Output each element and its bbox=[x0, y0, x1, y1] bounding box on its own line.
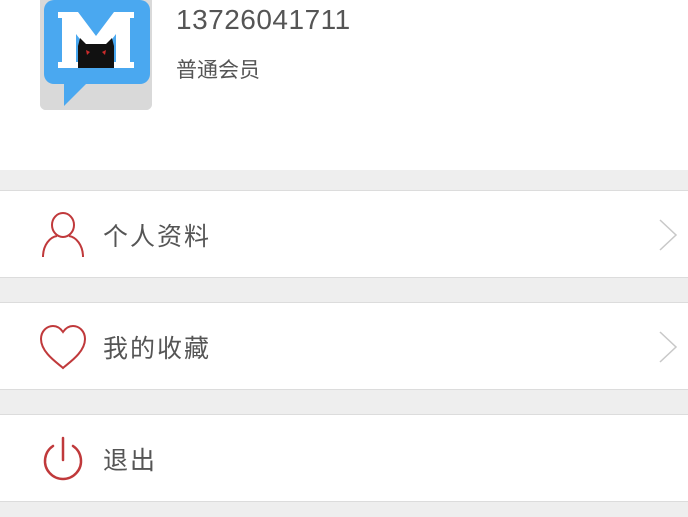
membership-level: 普通会员 bbox=[176, 58, 260, 82]
m-logo-chat-bubble-icon bbox=[40, 0, 152, 110]
person-outline-icon bbox=[42, 212, 84, 258]
menu-item-label: 我的收藏 bbox=[103, 334, 212, 363]
menu-item-favorites[interactable]: 我的收藏 bbox=[0, 302, 688, 390]
menu-item-label: 退出 bbox=[103, 446, 158, 475]
menu-item-logout[interactable]: 退出 bbox=[0, 414, 688, 502]
menu-item-profile[interactable]: 个人资料 bbox=[0, 190, 688, 278]
chevron-right-icon bbox=[659, 331, 678, 363]
menu-item-label: 个人资料 bbox=[103, 222, 212, 251]
heart-outline-icon bbox=[39, 324, 87, 370]
profile-header: 13726041711 普通会员 bbox=[0, 0, 688, 170]
avatar[interactable] bbox=[40, 0, 152, 110]
power-icon bbox=[43, 436, 83, 481]
chevron-right-icon bbox=[659, 219, 678, 251]
username: 13726041711 bbox=[176, 4, 351, 35]
